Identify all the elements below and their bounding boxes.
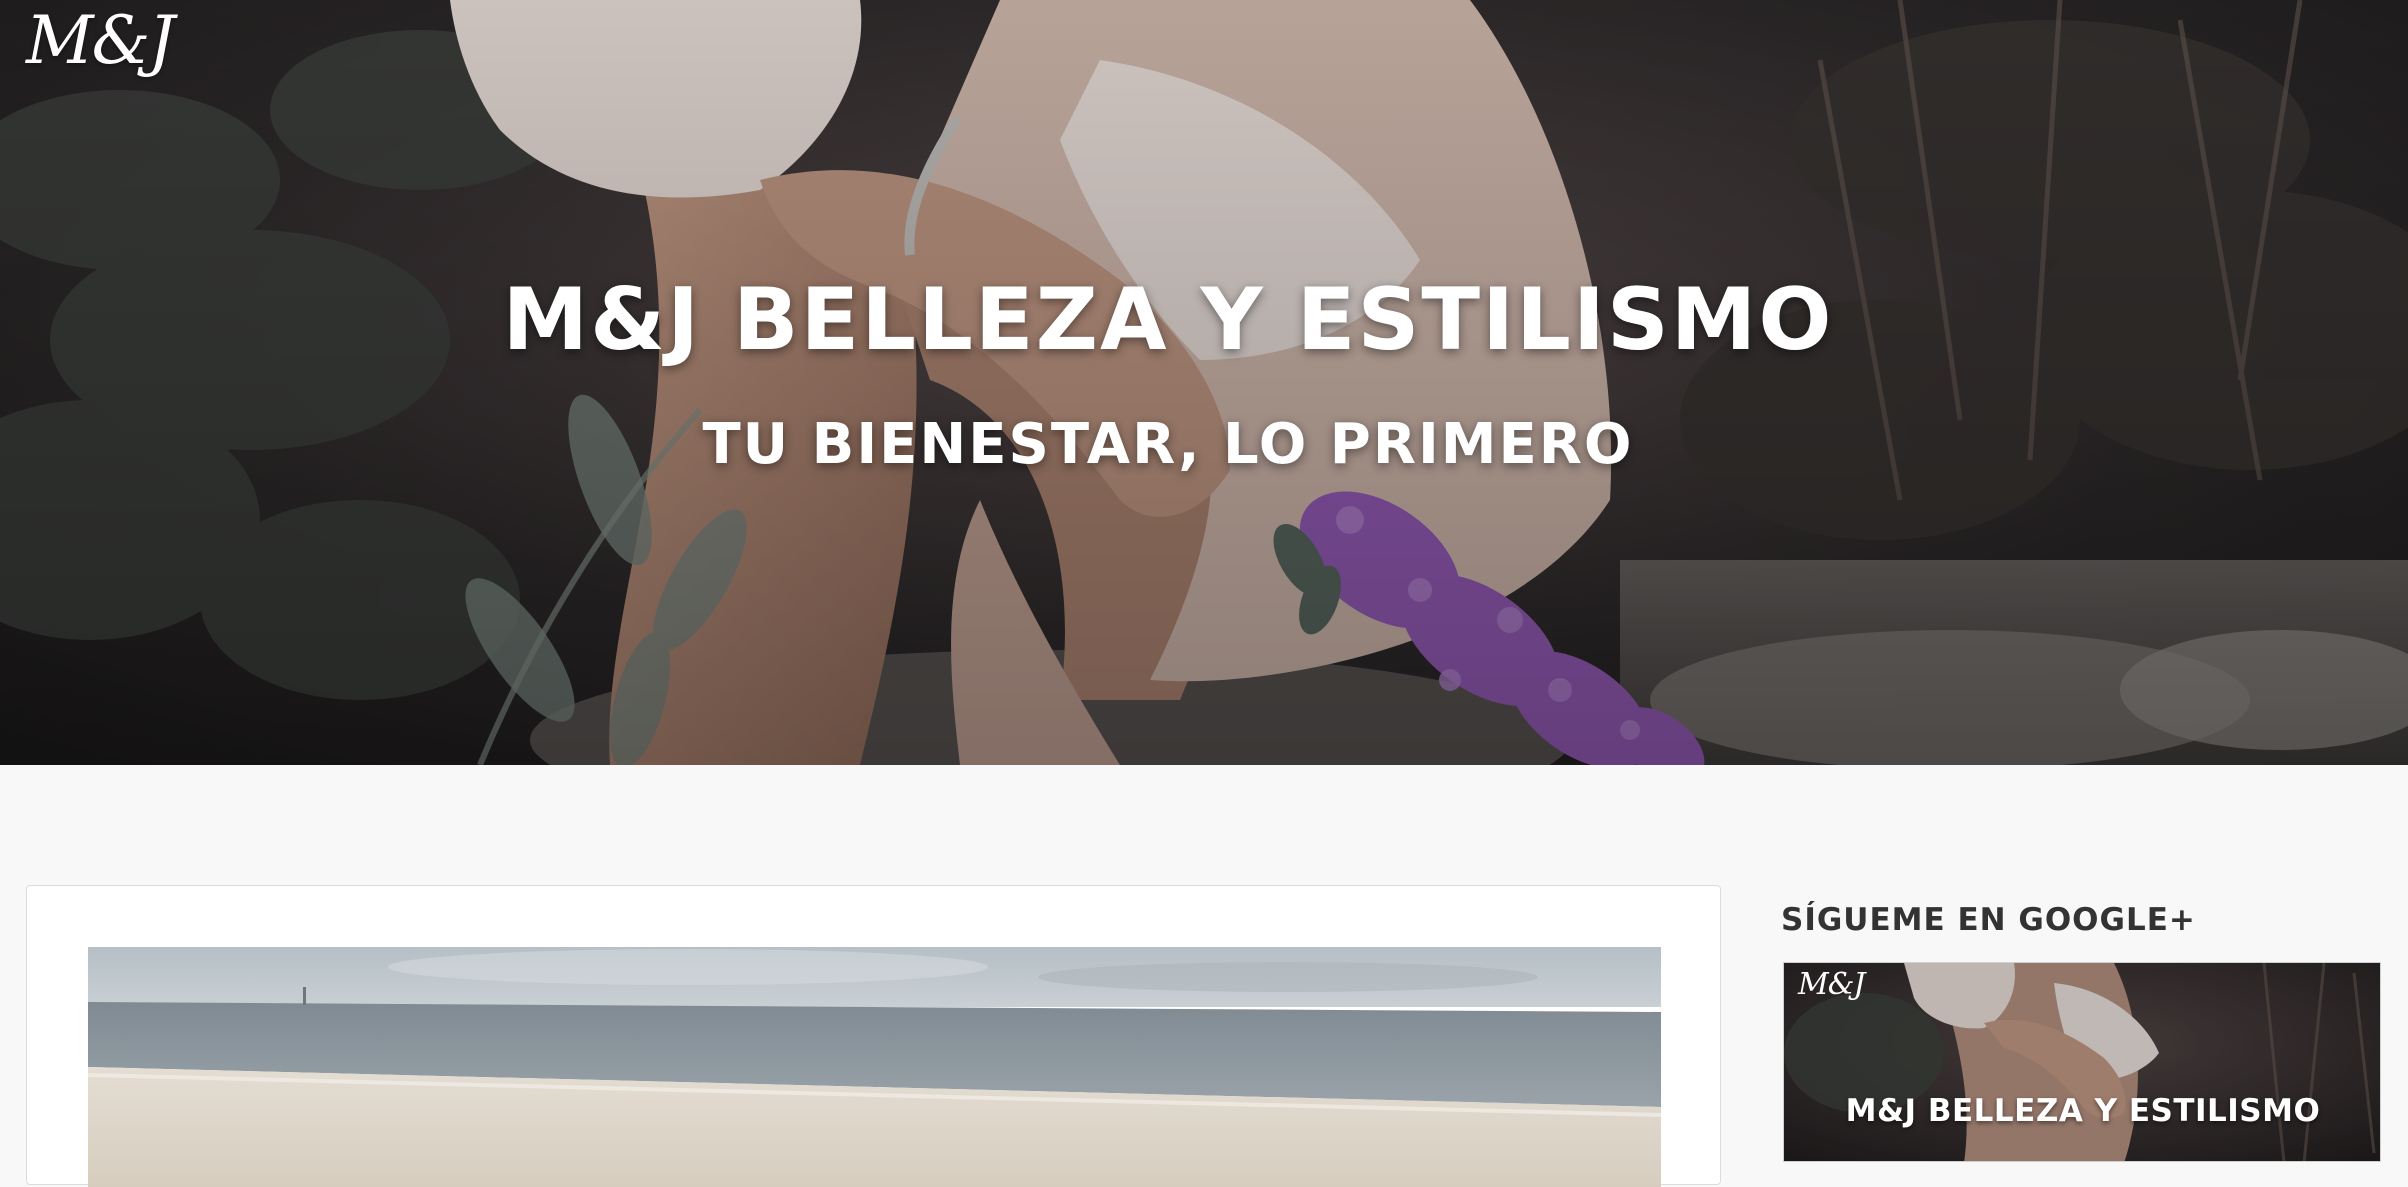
post-card xyxy=(26,885,1721,1187)
google-plus-banner[interactable]: M&J M&J BELLEZA Y ESTILISMO xyxy=(1783,962,2381,1162)
banner-title: M&J BELLEZA Y ESTILISMO xyxy=(1845,1093,2321,1129)
site-tagline: TU BIENESTAR, LO PRIMERO xyxy=(702,412,1634,477)
site-logo[interactable]: M&J xyxy=(26,2,175,79)
hero-banner: M&J M&J BELLEZA Y ESTILISMO TU BIENESTAR… xyxy=(0,0,2408,765)
beach-photo xyxy=(88,947,1661,1187)
hero-photo xyxy=(0,0,2408,765)
post-featured-image[interactable] xyxy=(88,947,1661,1187)
google-plus-widget-title: SÍGUEME EN GOOGLE+ xyxy=(1781,902,2196,938)
banner-logo: M&J xyxy=(1798,967,1865,1002)
banner-photo xyxy=(1784,963,2380,1161)
site-title: M&J BELLEZA Y ESTILISMO xyxy=(502,270,1834,370)
